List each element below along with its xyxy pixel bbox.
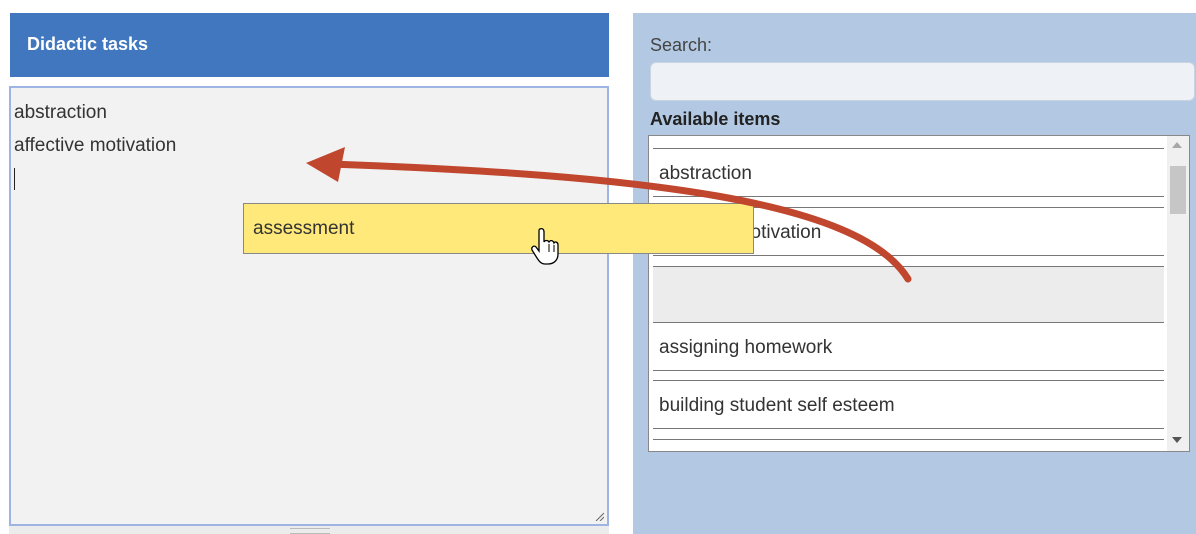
textarea-line-3	[14, 162, 604, 195]
list-item[interactable]: building student self esteem	[653, 380, 1164, 429]
available-items-label: Available items	[650, 109, 781, 129]
textarea-line-2: affective motivation	[14, 135, 177, 156]
textarea-line-1: abstraction	[14, 102, 107, 123]
didactic-tasks-textarea[interactable]: abstraction affective motivation	[9, 86, 609, 526]
list-item-partial[interactable]	[653, 439, 1164, 451]
list-item-label: abstraction	[659, 163, 752, 184]
scroll-up-arrow-icon[interactable]	[1172, 142, 1182, 148]
vertical-scrollbar[interactable]	[1167, 136, 1189, 451]
scroll-thumb[interactable]	[1170, 166, 1186, 214]
dragged-item-label: assessment	[253, 218, 355, 239]
available-items-panel: Search: Available items abstraction affe…	[633, 13, 1196, 534]
text-caret	[14, 167, 15, 190]
dragged-item-ghost[interactable]: assessment	[243, 203, 754, 254]
list-item-label: building student self esteem	[659, 395, 895, 416]
search-label: Search:	[650, 35, 713, 55]
list-item[interactable]: assigning homework	[653, 322, 1164, 371]
vertical-resize-handle[interactable]	[290, 528, 330, 534]
didactic-tasks-header: Didactic tasks	[10, 13, 609, 77]
list-item-label: assigning homework	[659, 337, 833, 358]
drop-placeholder	[653, 266, 1164, 323]
resize-grip-icon[interactable]	[594, 511, 604, 521]
scroll-down-arrow-icon[interactable]	[1172, 437, 1182, 443]
didactic-tasks-title: Didactic tasks	[27, 34, 149, 54]
search-input[interactable]	[650, 62, 1195, 101]
available-items-list[interactable]: abstraction affective motivation assigni…	[648, 135, 1190, 452]
list-item[interactable]: abstraction	[653, 148, 1164, 197]
